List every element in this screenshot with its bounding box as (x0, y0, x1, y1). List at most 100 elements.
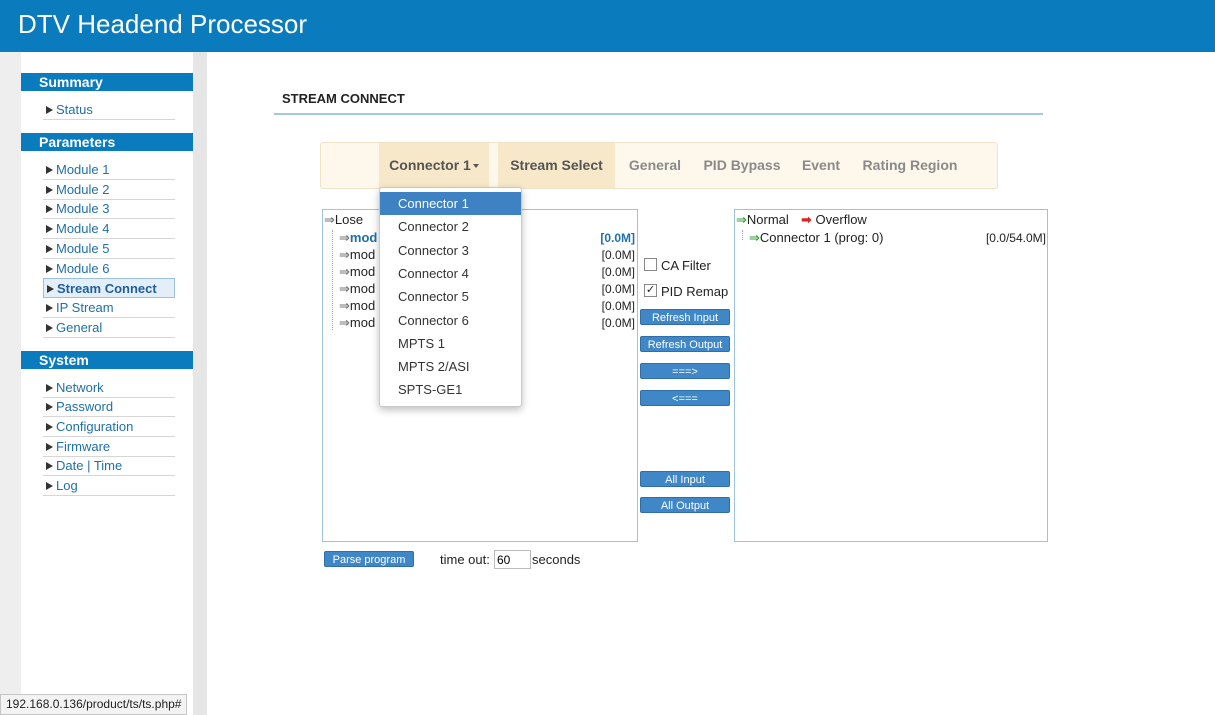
parse-program-button[interactable]: Parse program (324, 551, 414, 567)
dropdown-option[interactable]: Connector 5 (380, 285, 521, 308)
triangle-right-icon (46, 106, 53, 114)
legend-overflow: ➡ Overflow (801, 212, 867, 227)
input-rate: [0.0M] (601, 248, 635, 262)
connector-dropdown-toggle[interactable]: Connector 1 (379, 143, 489, 188)
pid-remap-checkbox[interactable]: ✓ (644, 284, 657, 297)
input-rate: [0.0M] (601, 316, 635, 330)
pid-remap-label: PID Remap (661, 284, 729, 299)
refresh-output-button[interactable]: Refresh Output (640, 336, 730, 352)
dropdown-option[interactable]: MPTS 1 (380, 332, 521, 355)
app-header: DTV Headend Processor (0, 0, 1215, 52)
dropdown-option[interactable]: Connector 6 (380, 309, 521, 332)
tree-guide (332, 230, 333, 330)
sidebar-item-module-6[interactable]: Module 6 (43, 259, 175, 279)
sidebar-heading-summary: Summary (21, 73, 193, 91)
sidebar-item-module-4[interactable]: Module 4 (43, 219, 175, 239)
input-tree-node[interactable]: ⇒mod (339, 281, 375, 297)
triangle-right-icon (46, 443, 53, 451)
sidebar-item-ip-stream[interactable]: IP Stream (43, 298, 175, 318)
arrow-right-gray-icon: ⇒ (339, 298, 350, 313)
tree-guide (742, 230, 743, 240)
triangle-right-icon (46, 462, 53, 470)
sidebar-item-status[interactable]: Status (43, 100, 175, 120)
tab-pid-bypass[interactable]: PID Bypass (701, 143, 783, 188)
tab-rating-region[interactable]: Rating Region (859, 143, 961, 188)
triangle-right-icon (46, 384, 53, 392)
legend-normal: ⇒Normal (736, 212, 789, 227)
left-gutter (0, 52, 21, 715)
input-tree-node[interactable]: ⇒mod (339, 264, 375, 280)
output-rate: [0.0/54.0M] (985, 231, 1046, 245)
ca-filter-label: CA Filter (661, 258, 711, 273)
arrow-right-gray-icon: ⇒ (339, 315, 350, 330)
title-divider (274, 113, 1043, 115)
tab-stream-select[interactable]: Stream Select (498, 143, 615, 188)
sidebar-item-module-3[interactable]: Module 3 (43, 199, 175, 219)
arrow-right-green-icon: ⇒ (736, 212, 747, 227)
sidebar-divider (193, 52, 207, 715)
sidebar-item-password[interactable]: Password (43, 397, 175, 417)
tab-event[interactable]: Event (795, 143, 847, 188)
sidebar-item-module-1[interactable]: Module 1 (43, 160, 175, 180)
dropdown-option[interactable]: Connector 1 (380, 192, 521, 215)
page-title: STREAM CONNECT (282, 91, 405, 106)
move-left-button[interactable]: <=== (640, 390, 730, 406)
input-tree-node[interactable]: ⇒mod (339, 315, 375, 331)
triangle-right-icon (46, 205, 53, 213)
refresh-input-button[interactable]: Refresh Input (640, 309, 730, 325)
dropdown-option[interactable]: Connector 2 (380, 215, 521, 238)
legend-lose: ⇒Lose (324, 212, 364, 227)
caret-down-icon (472, 164, 479, 169)
arrow-right-gray-icon: ⇒ (339, 230, 350, 245)
dropdown-option[interactable]: SPTS-GE1 (380, 378, 521, 401)
browser-status-url: 192.168.0.136/product/ts/ts.php# (0, 694, 188, 715)
triangle-right-icon (46, 245, 53, 253)
arrow-right-green-icon: ⇒ (749, 230, 760, 245)
output-tree-node[interactable]: ⇒Connector 1 (prog: 0) (749, 230, 883, 246)
tab-bar: Connector 1 Stream Select General PID By… (320, 142, 998, 189)
input-tree-node[interactable]: ⇒mod (339, 230, 377, 246)
triangle-right-icon (46, 166, 53, 174)
input-tree-node[interactable]: ⇒mod (339, 298, 375, 314)
arrow-right-gray-icon: ⇒ (324, 212, 335, 227)
sidebar-item-configuration[interactable]: Configuration (43, 417, 175, 437)
connector-dropdown-menu: Connector 1 Connector 2 Connector 3 Conn… (379, 187, 522, 407)
arrow-right-gray-icon: ⇒ (339, 264, 350, 279)
dropdown-option[interactable]: Connector 3 (380, 239, 521, 262)
input-tree-node[interactable]: ⇒mod (339, 247, 375, 263)
timeout-label: time out: (440, 552, 490, 567)
input-rate: [0.0M] (601, 282, 635, 296)
triangle-right-icon (46, 324, 53, 332)
all-output-button[interactable]: All Output (640, 497, 730, 513)
tab-general[interactable]: General (621, 143, 689, 188)
arrow-right-gray-icon: ⇒ (339, 247, 350, 262)
sidebar-item-stream-connect[interactable]: Stream Connect (43, 278, 175, 298)
triangle-right-icon (46, 265, 53, 273)
triangle-right-icon (46, 403, 53, 411)
triangle-right-icon (46, 186, 53, 194)
triangle-right-icon (46, 482, 53, 490)
sidebar-heading-system: System (21, 351, 193, 369)
ca-filter-checkbox[interactable] (644, 258, 657, 271)
sidebar-item-firmware[interactable]: Firmware (43, 437, 175, 457)
arrow-right-red-icon: ➡ (801, 212, 812, 227)
move-right-button[interactable]: ===> (640, 363, 730, 379)
input-rate: [0.0M] (601, 265, 635, 279)
sidebar-item-date-time[interactable]: Date | Time (43, 456, 175, 476)
app-title: DTV Headend Processor (18, 9, 308, 39)
input-rate: [0.0M] (600, 231, 635, 245)
dropdown-option[interactable]: Connector 4 (380, 262, 521, 285)
all-input-button[interactable]: All Input (640, 471, 730, 487)
sidebar-item-module-2[interactable]: Module 2 (43, 180, 175, 200)
timeout-input[interactable] (494, 550, 531, 569)
sidebar-item-log[interactable]: Log (43, 476, 175, 496)
sidebar-item-general[interactable]: General (43, 318, 175, 338)
dropdown-option[interactable]: MPTS 2/ASI (380, 355, 521, 378)
arrow-right-gray-icon: ⇒ (339, 281, 350, 296)
sidebar-item-module-5[interactable]: Module 5 (43, 239, 175, 259)
input-rate: [0.0M] (601, 299, 635, 313)
sidebar-item-network[interactable]: Network (43, 378, 175, 398)
sidebar-heading-parameters: Parameters (21, 133, 193, 151)
timeout-unit: seconds (532, 552, 581, 567)
triangle-right-icon (46, 423, 53, 431)
